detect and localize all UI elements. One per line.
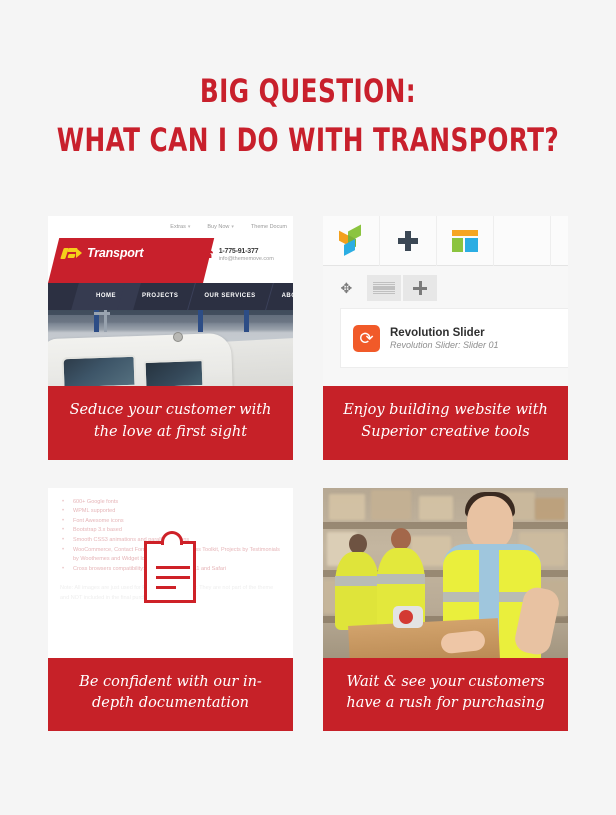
mockup-topbar: Extras ▾ Buy Now ▾ Theme Docum (48, 216, 293, 238)
rows-icon[interactable] (367, 275, 401, 301)
mockup-nav: HOME PROJECTS OUR SERVICES ABOUT US (48, 283, 293, 310)
topbar-link-label: Extras (170, 224, 186, 230)
topbar-link-label: Buy Now (207, 224, 230, 230)
documentation-mockup: 600+ Google fonts WPML supported Font Aw… (48, 487, 293, 658)
builder-toolbar (323, 216, 568, 266)
list-item: 600+ Google fonts (60, 497, 281, 508)
layout-grid-icon[interactable] (437, 216, 494, 266)
website-mockup: Extras ▾ Buy Now ▾ Theme Docum Transport… (48, 216, 293, 386)
chevron-down-icon: ▾ (187, 224, 191, 230)
site-logo: Transport (60, 246, 144, 260)
clipboard-icon (144, 530, 196, 603)
page-heading: Big Question: What can I do with Transpo… (0, 0, 616, 158)
plus-icon[interactable] (403, 275, 437, 301)
element-subtitle: Revolution Slider: Slider 01 (390, 339, 499, 350)
visual-composer-cube-icon[interactable] (323, 216, 380, 266)
feature-card-docs[interactable]: 600+ Google fonts WPML supported Font Aw… (48, 487, 293, 731)
feature-card-grid: Extras ▾ Buy Now ▾ Theme Docum Transport… (48, 216, 568, 731)
chevron-down-icon: ▾ (231, 224, 234, 230)
transport-logo-icon (60, 247, 82, 260)
contact-phone: 1-775-91-377 (218, 248, 259, 255)
feature-card-seduce[interactable]: Extras ▾ Buy Now ▾ Theme Docum Transport… (48, 216, 293, 460)
card-caption: Seduce your customer with the love at fi… (48, 386, 293, 460)
mockup-header: Transport ☎ 1-775-91-377 info@thememove.… (48, 238, 293, 283)
plus-icon[interactable] (380, 216, 437, 266)
topbar-link-label: Theme Docum (250, 224, 287, 230)
nav-item-projects[interactable]: PROJECTS (129, 283, 191, 310)
nav-item-about-us[interactable]: ABOUT US (269, 283, 293, 310)
list-item: WPML supported (60, 506, 281, 517)
feature-card-warehouse[interactable]: Wait & see your customers have a rush fo… (323, 487, 568, 731)
logo-text: Transport (87, 246, 144, 260)
card-caption: Wait & see your customers have a rush fo… (323, 657, 568, 731)
header-contact: ☎ 1-775-91-377 info@thememove.com (200, 248, 274, 262)
warehouse-photo (323, 487, 568, 658)
list-item: Font Awesome icons (60, 516, 281, 527)
card-caption: Be confident with our in-depth documenta… (48, 657, 293, 731)
topbar-link-theme-doc: Theme Docum (251, 224, 287, 230)
heading-line-1: Big Question: (199, 72, 417, 110)
revolution-slider-element[interactable]: ⟳ Revolution Slider Revolution Slider: S… (341, 309, 568, 367)
row-tool-group: ✥ (331, 275, 568, 301)
nav-item-our-services[interactable]: OUR SERVICES (191, 283, 268, 310)
element-title: Revolution Slider (390, 326, 485, 339)
phone-icon: ☎ (200, 249, 214, 261)
contact-email: info@thememove.com (218, 256, 274, 262)
card-caption: Enjoy building website with Superior cre… (323, 386, 568, 460)
topbar-link-extras: Extras ▾ (170, 224, 190, 230)
topbar-link-buy-now: Buy Now ▾ (207, 224, 234, 230)
page-builder-mockup: ✥ ⟳ Revolution Slider Revolution Slider:… (323, 216, 568, 386)
move-icon[interactable]: ✥ (331, 275, 365, 301)
header-red-shape (48, 238, 220, 283)
feature-card-builder[interactable]: ✥ ⟳ Revolution Slider Revolution Slider:… (323, 216, 568, 460)
nav-item-home[interactable]: HOME (83, 283, 129, 310)
heading-line-2: What can I do with Transport? (56, 121, 560, 160)
toolbar-empty-cell (494, 216, 551, 266)
truck-photo (48, 310, 293, 386)
promo-page: Big Question: What can I do with Transpo… (0, 0, 616, 815)
revolution-slider-icon: ⟳ (353, 324, 380, 352)
